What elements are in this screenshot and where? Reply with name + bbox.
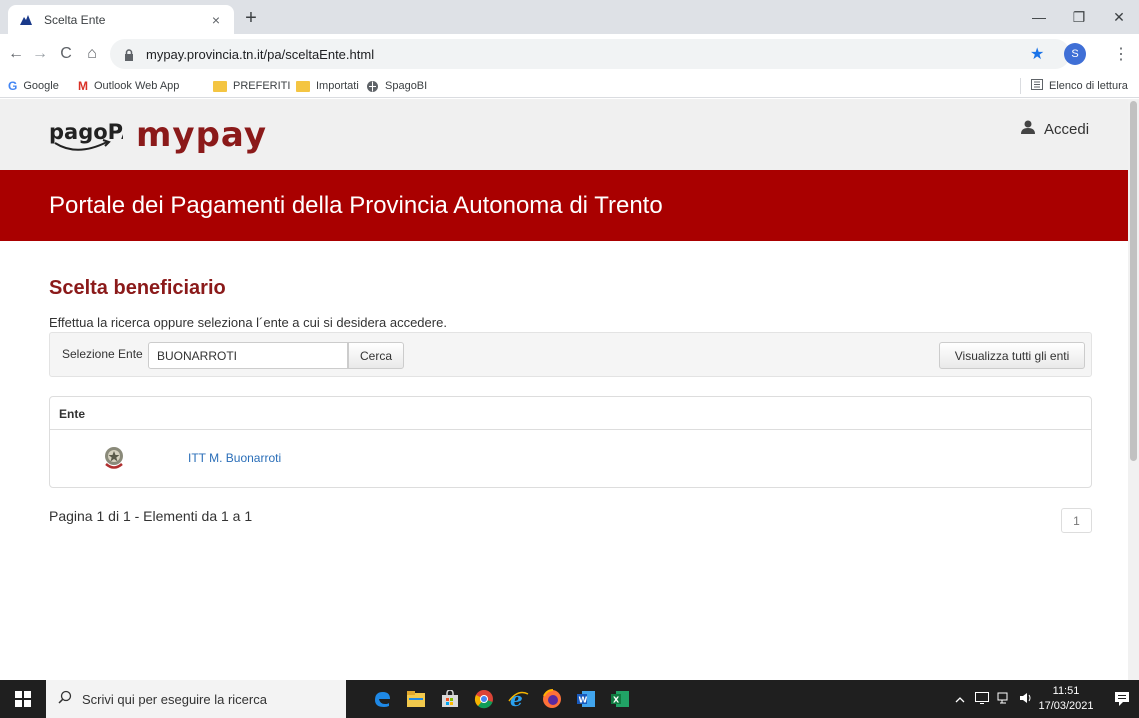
portal-title: Portale dei Pagamenti della Provincia Au… — [49, 192, 663, 219]
login-label: Accedi — [1044, 120, 1090, 138]
bookmark-label: Importati — [316, 80, 359, 92]
chevron-up-icon[interactable] — [955, 692, 965, 706]
system-tray — [955, 680, 1033, 718]
url-text: mypay.provincia.tn.it/pa/sceltaEnte.html — [146, 46, 375, 62]
internet-explorer-icon[interactable]: e — [501, 680, 535, 718]
taskbar-clock[interactable]: 11:51 17/03/2021 — [1036, 684, 1096, 714]
bookmark-importati[interactable]: Importati — [296, 78, 359, 94]
pagination-info: Pagina 1 di 1 - Elementi da 1 a 1 — [49, 508, 253, 524]
minimize-button[interactable]: — — [1019, 0, 1059, 34]
excel-icon[interactable]: X — [603, 680, 637, 718]
user-icon — [1020, 120, 1036, 138]
bookmark-label: Outlook Web App — [94, 80, 180, 92]
bookmark-label: SpagoBI — [385, 80, 428, 92]
bookmark-star-icon[interactable]: ★ — [1030, 44, 1044, 64]
taskbar-search-placeholder: Scrivi qui per eseguire la ricerca — [82, 691, 267, 707]
notification-icon[interactable] — [1104, 680, 1139, 718]
tab-title: Scelta Ente — [44, 12, 106, 27]
url-bar[interactable]: mypay.provincia.tn.it/pa/sceltaEnte.html — [110, 39, 1070, 69]
instructions-text: Effettua la ricerca oppure seleziona l´e… — [49, 315, 447, 330]
home-button[interactable]: ⌂ — [82, 44, 102, 64]
emblem-icon — [103, 445, 125, 476]
site-header: pagoPA mypay Accedi — [0, 99, 1128, 170]
restore-button[interactable]: ❐ — [1059, 0, 1099, 34]
site-favicon-icon — [18, 12, 34, 28]
svg-text:W: W — [579, 696, 588, 705]
folder-icon — [213, 80, 227, 92]
store-icon[interactable] — [433, 680, 467, 718]
tab-close-icon[interactable]: × — [208, 12, 224, 28]
browser-menu-icon[interactable]: ⋮ — [1113, 44, 1129, 64]
window-close-button[interactable]: ✕ — [1099, 0, 1139, 34]
clock-date: 17/03/2021 — [1038, 700, 1094, 712]
globe-icon — [366, 80, 379, 93]
back-button[interactable]: ← — [6, 44, 26, 64]
word-icon[interactable]: W — [569, 680, 603, 718]
pagopa-logo[interactable]: pagoPA — [47, 115, 138, 162]
page-title: Scelta beneficiario — [49, 277, 226, 299]
monitor-icon[interactable] — [975, 691, 989, 707]
ente-search-input[interactable] — [148, 342, 348, 369]
search-icon — [58, 690, 72, 709]
login-link[interactable]: Accedi — [1020, 120, 1089, 138]
mypay-logo[interactable]: mypay — [136, 115, 267, 155]
scrollbar-thumb[interactable] — [1130, 101, 1137, 461]
reload-button[interactable]: C — [56, 44, 76, 64]
file-explorer-icon[interactable] — [399, 680, 433, 718]
results-table: Ente ITT M. Buonarroti — [49, 396, 1092, 488]
search-label: Selezione Ente — [62, 347, 143, 361]
bookmark-outlook[interactable]: M Outlook Web App — [78, 78, 179, 94]
reading-list-button[interactable]: Elenco di lettura — [1020, 78, 1128, 94]
firefox-icon[interactable] — [535, 680, 569, 718]
bookmark-label: PREFERITI — [233, 80, 291, 92]
new-tab-button[interactable]: + — [240, 8, 262, 30]
start-button[interactable] — [0, 680, 46, 718]
bookmark-spagobi[interactable]: SpagoBI — [366, 78, 427, 94]
search-button[interactable]: Cerca — [348, 342, 404, 369]
forward-button[interactable]: → — [30, 44, 50, 64]
svg-text:pagoPA: pagoPA — [49, 120, 123, 144]
bookmark-label: Google — [23, 80, 59, 92]
lock-icon — [124, 48, 134, 66]
edge-legacy-icon[interactable] — [365, 680, 399, 718]
volume-icon[interactable] — [1019, 692, 1033, 707]
taskbar-search-box[interactable]: Scrivi qui per eseguire la ricerca — [46, 680, 346, 718]
gmail-icon: M — [78, 79, 88, 93]
google-icon: G — [8, 79, 18, 93]
svg-text:X: X — [613, 696, 620, 705]
network-icon[interactable] — [997, 692, 1011, 707]
folder-icon — [296, 80, 310, 92]
page-scrollbar[interactable] — [1128, 99, 1139, 680]
bookmark-google[interactable]: G Google — [8, 78, 59, 94]
browser-tab[interactable]: Scelta Ente × — [8, 5, 234, 34]
chrome-icon[interactable] — [467, 680, 501, 718]
search-panel: Selezione Ente Cerca Visualizza tutti gl… — [49, 332, 1092, 377]
show-all-entities-button[interactable]: Visualizza tutti gli enti — [939, 342, 1085, 369]
web-page: pagoPA mypay Accedi Portale dei Pagament… — [0, 99, 1128, 680]
bookmarks-bar: G Google M Outlook Web App PREFERITI Imp… — [0, 74, 1139, 98]
bookmark-preferiti[interactable]: PREFERITI — [213, 78, 290, 94]
profile-avatar[interactable]: S — [1064, 43, 1086, 65]
title-banner: Portale dei Pagamenti della Provincia Au… — [0, 170, 1128, 241]
clock-time: 11:51 — [1052, 685, 1080, 697]
browser-tab-strip: Scelta Ente × + — ❐ ✕ — [0, 0, 1139, 34]
reading-list-icon — [1031, 79, 1043, 93]
table-row[interactable]: ITT M. Buonarroti — [50, 430, 1091, 487]
windows-taskbar: Scrivi qui per eseguire la ricerca e W X — [0, 680, 1139, 718]
page-button-current[interactable]: 1 — [1061, 508, 1092, 533]
reading-list-label: Elenco di lettura — [1049, 80, 1128, 92]
ente-link[interactable]: ITT M. Buonarroti — [188, 451, 281, 465]
address-toolbar: ← → C ⌂ mypay.provincia.tn.it/pa/sceltaE… — [0, 34, 1139, 74]
column-header-ente: Ente — [50, 397, 1091, 430]
windows-logo-icon — [15, 691, 31, 707]
